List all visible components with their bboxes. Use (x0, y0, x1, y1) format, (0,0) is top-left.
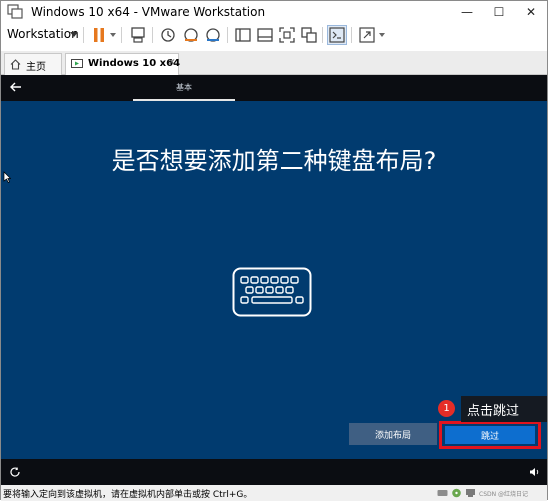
oobe-top-bar: 基本 (1, 75, 547, 101)
step-underline (133, 99, 235, 101)
fullscreen-exit-icon[interactable] (278, 26, 296, 44)
snapshot-icon[interactable] (159, 26, 177, 44)
chevron-down-icon[interactable] (110, 33, 116, 37)
title-bar: Windows 10 x64 - VMware Workstation — ☐ … (1, 1, 547, 23)
vmware-app-icon (7, 4, 23, 19)
chevron-down-icon[interactable] (70, 32, 78, 37)
toolbar-divider (322, 27, 323, 43)
pause-icon[interactable] (90, 26, 108, 44)
watermark-text: CSDN @红烧日记 (479, 491, 529, 498)
skip-button[interactable]: 跳过 (445, 426, 535, 444)
keyboard-icon (232, 267, 312, 317)
step-number-badge: 1 (438, 400, 455, 417)
back-arrow-icon[interactable] (9, 80, 23, 94)
toolbar-divider (351, 27, 352, 43)
tab-home[interactable]: 主页 (4, 53, 62, 75)
toolbar-divider (121, 27, 122, 43)
status-message: 要将输入定向到该虚拟机，请在虚拟机内部单击或按 Ctrl+G。 (3, 490, 253, 500)
revert-snapshot-icon[interactable] (182, 26, 200, 44)
annotation-callout: 点击跳过 (461, 396, 547, 422)
vm-screen[interactable]: 基本 是否想要添加第二种键盘布局? 添加布局 跳过 点击跳过 1 (1, 75, 547, 485)
cd-dvd-icon[interactable] (451, 488, 462, 498)
maximize-button[interactable]: ☐ (483, 1, 515, 23)
home-icon (10, 59, 21, 70)
minimize-button[interactable]: — (451, 1, 483, 23)
close-tab-icon[interactable]: ✕ (168, 58, 176, 68)
ease-of-access-icon[interactable] (9, 466, 21, 478)
library-view-icon[interactable] (234, 26, 252, 44)
hard-disk-icon[interactable] (437, 488, 448, 498)
status-bar: 要将输入定向到该虚拟机，请在虚拟机内部单击或按 Ctrl+G。 CSDN @红烧… (1, 485, 547, 501)
toolbar: Workstation (1, 23, 547, 47)
thumbnail-view-icon[interactable] (256, 26, 274, 44)
tab-bar: 主页 Windows 10 x64 ✕ (1, 51, 547, 75)
unity-icon[interactable] (300, 26, 318, 44)
oobe-bottom-bar (1, 459, 547, 485)
vmware-window: Windows 10 x64 - VMware Workstation — ☐ … (0, 0, 548, 501)
add-layout-button[interactable]: 添加布局 (349, 423, 437, 445)
toolbar-divider (227, 27, 228, 43)
console-view-icon[interactable] (327, 25, 347, 45)
toolbar-divider (83, 27, 84, 43)
workstation-menu[interactable]: Workstation (7, 27, 79, 41)
network-adapter-icon[interactable] (465, 488, 476, 498)
tab-vm-label: Windows 10 x64 (88, 58, 181, 69)
stretch-icon[interactable] (358, 26, 376, 44)
step-label-basics: 基本 (176, 83, 192, 92)
annotation-callout-text: 点击跳过 (467, 404, 520, 419)
snapshot-manager-icon[interactable] (204, 26, 222, 44)
send-ctrl-alt-del-icon[interactable] (129, 26, 147, 44)
window-title: Windows 10 x64 - VMware Workstation (31, 5, 266, 19)
close-button[interactable]: ✕ (515, 1, 547, 23)
toolbar-divider (152, 27, 153, 43)
page-title: 是否想要添加第二种键盘布局? (111, 147, 437, 175)
vm-icon (71, 59, 83, 68)
volume-icon[interactable] (529, 467, 540, 477)
tab-home-label: 主页 (26, 62, 46, 73)
tab-windows-10-vm[interactable]: Windows 10 x64 ✕ (65, 53, 181, 75)
chevron-down-icon[interactable] (379, 33, 385, 37)
